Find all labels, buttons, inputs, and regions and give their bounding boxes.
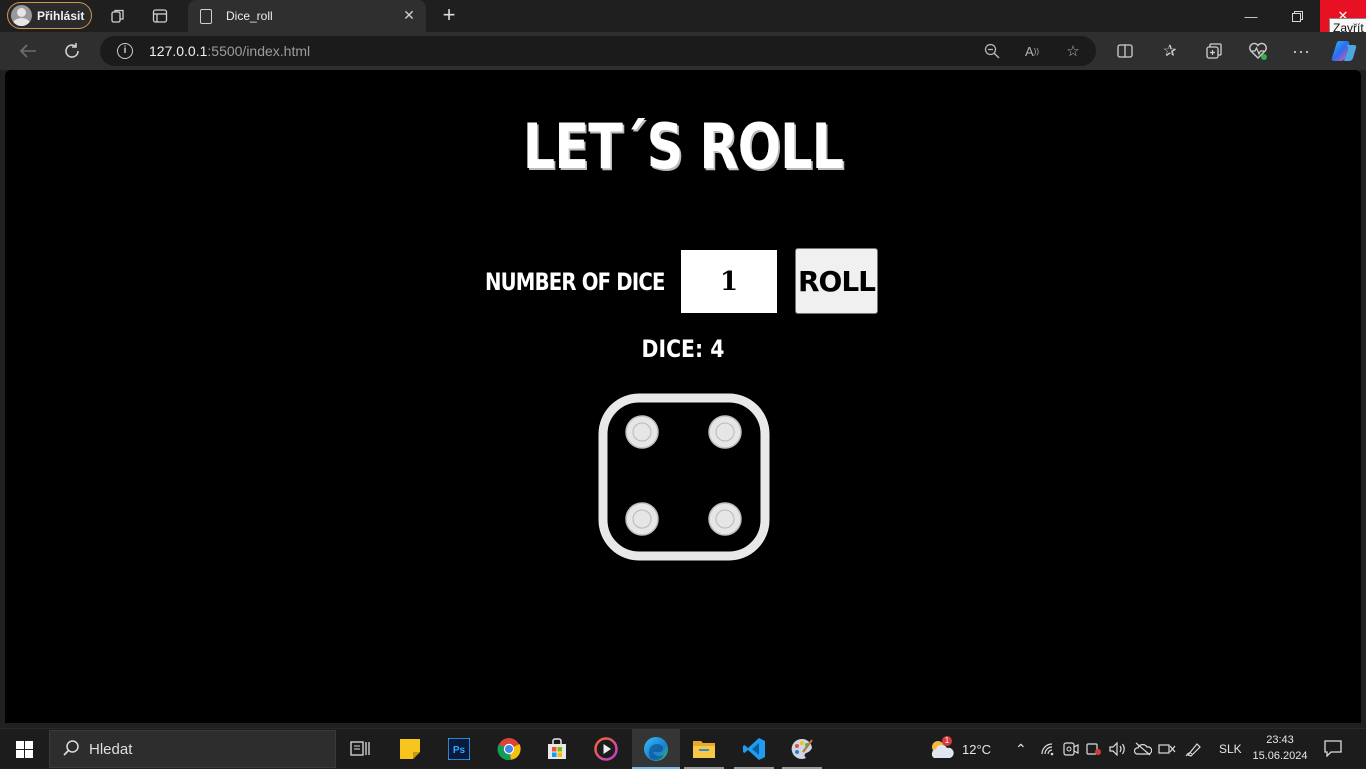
profile-label: Přihlásit (37, 8, 85, 23)
vscode-icon[interactable] (730, 729, 778, 769)
restore-button[interactable] (1274, 0, 1320, 32)
language-indicator[interactable]: SLK (1219, 729, 1242, 769)
tab-dice-roll[interactable]: Dice_roll ✕ (188, 0, 426, 32)
page-viewport: LET´S ROLL NUMBER OF DICE ROLL DICE: 4 (5, 70, 1361, 723)
die-pips (625, 415, 742, 536)
weather-icon: 1 (928, 736, 956, 760)
browser-toolbar: i 127.0.0.1:5500/index.html A)) ☆ ✰ ··· (0, 32, 1366, 70)
collections-icon[interactable] (1203, 40, 1225, 62)
favorites-icon[interactable]: ✰ (1159, 40, 1181, 62)
svg-text:Ps: Ps (453, 745, 466, 756)
refresh-icon[interactable] (61, 40, 83, 62)
pen-icon[interactable] (1185, 729, 1203, 769)
zoom-out-icon[interactable] (982, 41, 1002, 61)
photoshop-icon[interactable]: Ps (435, 729, 483, 769)
paint-icon[interactable] (778, 729, 826, 769)
store-icon[interactable] (533, 729, 581, 769)
copilot-icon[interactable] (1331, 40, 1357, 62)
roll-button[interactable]: ROLL (795, 248, 878, 314)
notification-icon[interactable] (1323, 739, 1343, 758)
tab-title: Dice_roll (226, 9, 273, 23)
weather-badge: 1 (942, 736, 952, 746)
split-screen-icon[interactable] (1114, 40, 1136, 62)
task-view-icon[interactable] (336, 729, 384, 769)
chrome-icon[interactable] (485, 729, 533, 769)
read-aloud-icon[interactable]: A)) (1022, 41, 1042, 61)
volume-icon[interactable] (1109, 729, 1127, 769)
profile-avatar-icon (11, 5, 32, 26)
dice-result-text: DICE: 4 (641, 335, 725, 363)
dice-controls: NUMBER OF DICE ROLL (5, 248, 1361, 314)
more-icon[interactable]: ··· (1290, 40, 1312, 62)
tab-strip: Přihlásit Dice_roll ✕ + — ✕ Zavřít (0, 0, 1366, 37)
file-explorer-icon[interactable] (680, 729, 728, 769)
edge-icon[interactable] (632, 729, 680, 769)
site-info-icon[interactable]: i (117, 43, 133, 59)
die-face-four (596, 391, 772, 563)
wifi-icon[interactable] (1040, 729, 1056, 769)
clock-date: 15.06.2024 (1252, 750, 1308, 762)
camera-icon[interactable] (1063, 729, 1079, 769)
search-icon (63, 740, 79, 756)
minimize-button[interactable]: — (1228, 0, 1274, 32)
sticky-notes-icon[interactable] (386, 729, 434, 769)
taskbar-search-box[interactable]: Hledat (49, 730, 336, 768)
new-tab-button[interactable]: + (438, 4, 460, 26)
number-of-dice-label: NUMBER OF DICE (485, 268, 665, 296)
browser-essentials-icon[interactable] (1247, 40, 1269, 62)
media-player-icon[interactable] (582, 729, 630, 769)
number-of-dice-input[interactable] (681, 250, 777, 313)
favorite-star-icon[interactable]: ☆ (1063, 41, 1083, 61)
back-icon[interactable] (17, 40, 39, 62)
close-tab-icon[interactable]: ✕ (402, 8, 416, 22)
onedrive-icon[interactable] (1134, 729, 1152, 769)
profile-button[interactable]: Přihlásit (7, 2, 92, 29)
location-icon[interactable] (1086, 729, 1102, 769)
windows-taskbar: Hledat Ps 1 12°C ⌃ SLK 23:43 15.06.2024 (0, 728, 1366, 769)
weather-widget[interactable]: 1 12°C (928, 729, 991, 769)
clock-time: 23:43 (1266, 734, 1294, 746)
tab-actions-icon[interactable] (150, 6, 170, 26)
address-bar[interactable]: i 127.0.0.1:5500/index.html A)) ☆ (100, 36, 1096, 66)
workspaces-icon[interactable] (108, 6, 128, 26)
windows-start-icon[interactable] (16, 741, 33, 758)
weather-temperature: 12°C (962, 741, 992, 757)
page-title: LET´S ROLL (522, 110, 844, 183)
page-favicon-icon (200, 8, 212, 24)
search-placeholder: Hledat (89, 741, 133, 758)
chevron-up-icon[interactable]: ⌃ (1015, 729, 1027, 769)
taskbar-clock[interactable]: 23:43 15.06.2024 (1247, 732, 1313, 764)
url-text[interactable]: 127.0.0.1:5500/index.html (149, 43, 310, 59)
input-icon[interactable] (1158, 729, 1176, 769)
